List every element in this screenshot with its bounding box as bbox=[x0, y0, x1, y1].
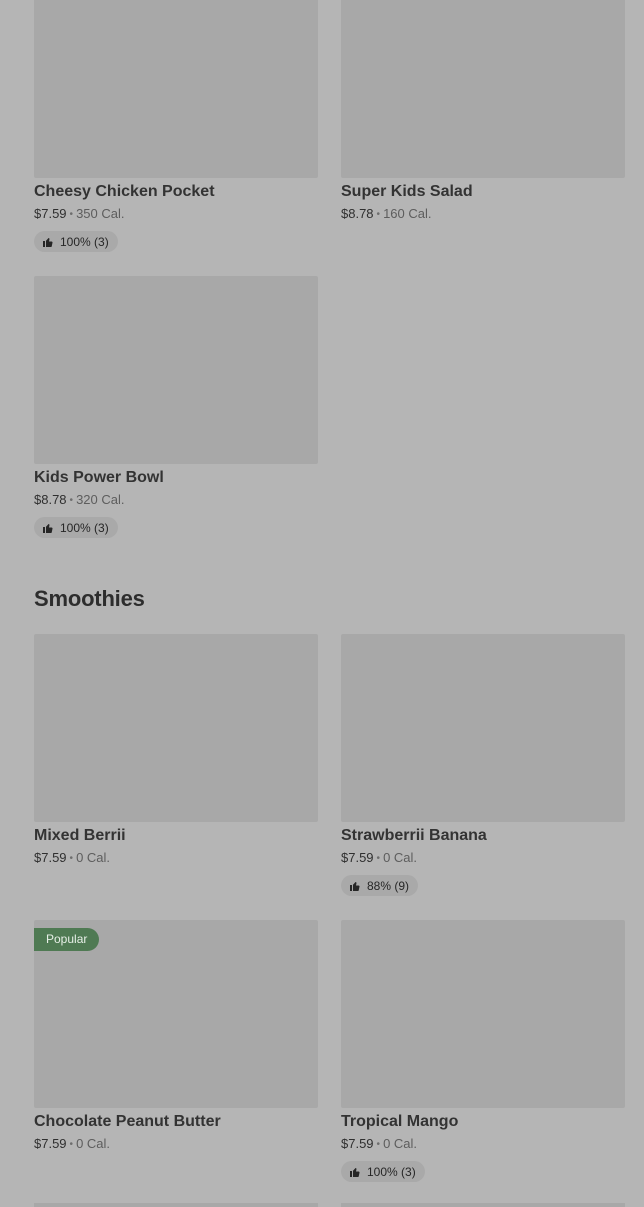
item-calories: 160 Cal. bbox=[383, 206, 432, 221]
item-price: $8.78 bbox=[34, 492, 67, 507]
item-price: $8.78 bbox=[341, 206, 374, 221]
item-price: $7.59 bbox=[341, 1136, 374, 1151]
item-calories: 0 Cal. bbox=[383, 1136, 418, 1151]
item-calories: 350 Cal. bbox=[76, 206, 125, 221]
item-image: Popular bbox=[34, 920, 318, 1108]
item-name: Cheesy Chicken Pocket bbox=[34, 183, 215, 200]
item-image bbox=[341, 634, 625, 822]
item-name: Chocolate Peanut Butter bbox=[34, 1113, 221, 1130]
menu-page: Cheesy Chicken Pocket $7.59 • 350 Cal. 100… bbox=[0, 0, 644, 1207]
next-item-image-edge bbox=[34, 1203, 318, 1207]
item-image bbox=[341, 0, 625, 178]
menu-item-card[interactable]: Strawberrii Banana $7.59 • 0 Cal. 88% (9) bbox=[341, 634, 625, 897]
item-price-calories: $8.78 • 160 Cal. bbox=[341, 206, 432, 221]
item-image bbox=[34, 276, 318, 464]
item-calories: 0 Cal. bbox=[76, 1136, 111, 1151]
item-price-calories: $7.59 • 0 Cal. bbox=[341, 850, 418, 865]
item-price-calories: $7.59 • 0 Cal. bbox=[34, 850, 111, 865]
menu-item-card[interactable]: Popular Chocolate Peanut Butter $7.59 • 0 … bbox=[34, 920, 318, 1152]
item-price: $7.59 bbox=[34, 850, 67, 865]
thumbs-up-icon bbox=[349, 880, 361, 892]
item-calories: 0 Cal. bbox=[76, 850, 111, 865]
item-price: $7.59 bbox=[34, 1136, 67, 1151]
rating-text: 100% (3) bbox=[60, 520, 109, 535]
item-name: Super Kids Salad bbox=[341, 183, 473, 200]
rating-text: 88% (9) bbox=[367, 878, 410, 893]
rating-text: 100% (3) bbox=[60, 234, 109, 249]
thumbs-up-icon bbox=[349, 1166, 361, 1178]
item-price-calories: $8.78 • 320 Cal. bbox=[34, 492, 125, 507]
rating-badge: 100% (3) bbox=[34, 231, 118, 252]
menu-item-card[interactable]: Kids Power Bowl $8.78 • 320 Cal. 100% (3) bbox=[34, 276, 318, 539]
item-image bbox=[34, 0, 318, 178]
popular-badge: Popular bbox=[34, 928, 100, 951]
menu-item-card[interactable]: Mixed Berrii $7.59 • 0 Cal. bbox=[34, 634, 318, 866]
item-price-calories: $7.59 • 0 Cal. bbox=[341, 1136, 418, 1151]
rating-text: 100% (3) bbox=[367, 1164, 416, 1179]
item-calories: 0 Cal. bbox=[383, 850, 418, 865]
item-name: Mixed Berrii bbox=[34, 827, 126, 844]
item-price-calories: $7.59 • 0 Cal. bbox=[34, 1136, 111, 1151]
rating-badge: 100% (3) bbox=[341, 1161, 425, 1182]
item-price: $7.59 bbox=[34, 206, 67, 221]
item-calories: 320 Cal. bbox=[76, 492, 125, 507]
thumbs-up-icon bbox=[42, 236, 54, 248]
thumbs-up-icon bbox=[42, 522, 54, 534]
next-item-image-edge bbox=[341, 1203, 625, 1207]
item-name: Kids Power Bowl bbox=[34, 469, 164, 486]
rating-badge: 88% (9) bbox=[341, 875, 419, 896]
item-price: $7.59 bbox=[341, 850, 374, 865]
item-name: Strawberrii Banana bbox=[341, 827, 487, 844]
item-name: Tropical Mango bbox=[341, 1113, 459, 1130]
item-image bbox=[341, 920, 625, 1108]
item-price-calories: $7.59 • 350 Cal. bbox=[34, 206, 125, 221]
menu-item-card[interactable]: Super Kids Salad $8.78 • 160 Cal. bbox=[341, 0, 625, 222]
menu-item-card[interactable]: Tropical Mango $7.59 • 0 Cal. 100% (3) bbox=[341, 920, 625, 1183]
menu-item-card[interactable]: Cheesy Chicken Pocket $7.59 • 350 Cal. 100… bbox=[34, 0, 318, 253]
rating-badge: 100% (3) bbox=[34, 517, 118, 538]
item-image bbox=[34, 634, 318, 822]
section-title-smoothies: Smoothies bbox=[34, 586, 145, 611]
